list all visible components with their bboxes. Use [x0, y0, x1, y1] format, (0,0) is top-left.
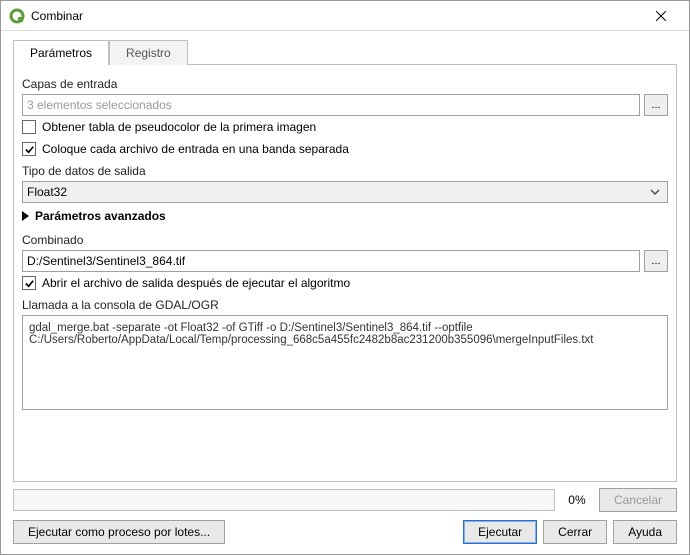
cancel-button: Cancelar [599, 488, 677, 512]
input-layers-field [22, 94, 640, 116]
dialog-footer: 0% Cancelar Ejecutar como proceso por lo… [1, 482, 689, 554]
qgis-icon [9, 8, 25, 24]
dialog-content: Parámetros Registro Capas de entrada ...… [1, 31, 689, 482]
close-button[interactable]: Cerrar [543, 520, 607, 544]
chevron-down-icon [647, 189, 663, 195]
caret-right-icon [22, 211, 29, 221]
output-type-label: Tipo de datos de salida [22, 164, 668, 178]
pseudocolor-checkbox[interactable] [22, 120, 36, 134]
check-icon [24, 278, 35, 289]
dialog-window: Combinar Parámetros Registro Capas de en… [0, 0, 690, 555]
gdal-console-label: Llamada a la consola de GDAL/OGR [22, 298, 668, 312]
check-icon [24, 144, 35, 155]
advanced-parameters-expander[interactable]: Parámetros avanzados [22, 209, 668, 223]
run-button[interactable]: Ejecutar [463, 520, 537, 544]
progress-bar [13, 489, 555, 511]
batch-run-button[interactable]: Ejecutar como proceso por lotes... [13, 520, 225, 544]
tab-body-parametros: Capas de entrada ... Obtener tabla de ps… [13, 64, 677, 482]
dialog-title: Combinar [31, 9, 641, 23]
output-type-select[interactable]: Float32 [22, 181, 668, 203]
combined-output-label: Combinado [22, 233, 668, 247]
gdal-console-output [22, 315, 668, 410]
progress-percent: 0% [563, 493, 591, 507]
titlebar: Combinar [1, 1, 689, 31]
window-close-button[interactable] [641, 2, 681, 30]
separate-band-checkbox[interactable] [22, 142, 36, 156]
tab-parametros[interactable]: Parámetros [13, 40, 109, 65]
input-layers-browse-button[interactable]: ... [644, 94, 668, 116]
combined-output-browse-button[interactable]: ... [644, 250, 668, 272]
advanced-parameters-label: Parámetros avanzados [35, 209, 166, 223]
tab-registro[interactable]: Registro [109, 40, 188, 65]
input-layers-label: Capas de entrada [22, 77, 668, 91]
open-after-checkbox[interactable] [22, 276, 36, 290]
separate-band-label: Coloque cada archivo de entrada en una b… [42, 142, 349, 156]
pseudocolor-label: Obtener tabla de pseudocolor de la prime… [42, 120, 316, 134]
close-icon [656, 11, 666, 21]
open-after-label: Abrir el archivo de salida después de ej… [42, 276, 350, 290]
combined-output-field[interactable] [22, 250, 640, 272]
output-type-value: Float32 [27, 185, 647, 199]
tab-strip: Parámetros Registro [13, 39, 677, 64]
help-button[interactable]: Ayuda [613, 520, 677, 544]
